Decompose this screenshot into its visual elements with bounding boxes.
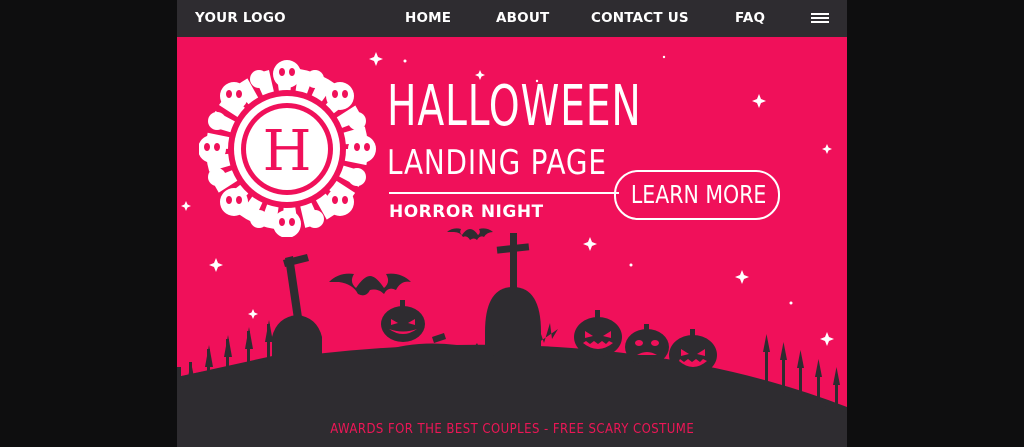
nav-link-home[interactable]: HOME xyxy=(405,10,451,26)
nav-link-about[interactable]: ABOUT xyxy=(496,10,549,26)
site-logo[interactable]: YOUR LOGO xyxy=(195,10,286,26)
landing-page: YOUR LOGO HOME ABOUT CONTACT US FAQ H HA… xyxy=(177,0,847,447)
footer-tagline: AWARDS FOR THE BEST COUPLES - FREE SCARY… xyxy=(330,422,694,437)
nav-link-contact[interactable]: CONTACT US xyxy=(591,10,689,26)
top-nav: YOUR LOGO HOME ABOUT CONTACT US FAQ xyxy=(177,0,847,37)
hero-section: H HALLOWEEN LANDING PAGE HORROR NIGHT LE… xyxy=(177,37,847,447)
graveyard-scene xyxy=(177,228,847,447)
nav-link-faq[interactable]: FAQ xyxy=(735,10,765,26)
hamburger-icon[interactable] xyxy=(809,11,831,27)
